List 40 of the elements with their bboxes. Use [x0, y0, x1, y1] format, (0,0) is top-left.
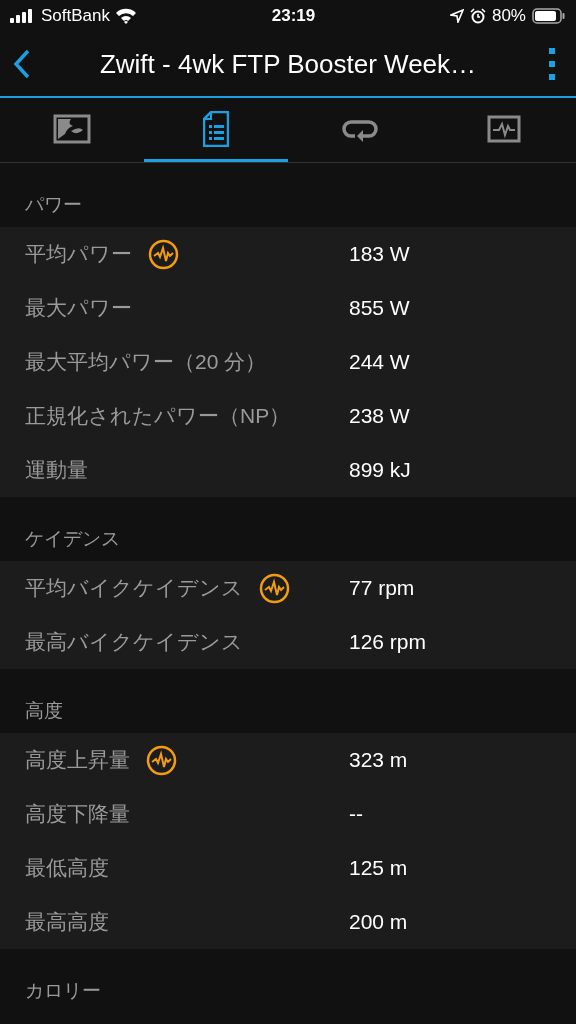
carrier-name: SoftBank: [41, 5, 110, 28]
stat-label: 最高高度: [25, 909, 109, 936]
location-arrow-icon: [449, 9, 464, 23]
document-list-icon: [203, 110, 229, 147]
section-header: ケイデンス: [25, 526, 120, 551]
activity-wave-icon: [146, 744, 177, 776]
stat-label: 平均パワー: [25, 241, 132, 268]
stat-value: 126 rpm: [349, 629, 427, 656]
activity-wave-icon: [259, 572, 290, 604]
battery-icon: [532, 8, 566, 24]
stat-label: 高度上昇量: [25, 747, 130, 774]
stat-label: 高度下降量: [25, 801, 130, 828]
chart-icon: [487, 114, 521, 143]
section-header: カロリー: [25, 978, 101, 1003]
stat-value: 183 W: [349, 241, 410, 268]
clock-time: 23:19: [271, 5, 316, 28]
stat-label: 最大平均パワー（20 分）: [25, 349, 267, 376]
stat-label: 運動量: [25, 457, 88, 484]
stat-label: 最大パワー: [25, 295, 132, 322]
activity-wave-icon: [148, 238, 179, 270]
stat-value: 244 W: [349, 349, 410, 376]
section-header: 高度: [25, 698, 63, 723]
stat-value: 200 m: [349, 909, 408, 936]
map-icon: [53, 113, 91, 144]
stat-value: 238 W: [349, 403, 410, 430]
stat-value: 899 kJ: [349, 457, 411, 484]
battery-percent: 80%: [491, 5, 526, 28]
stat-value: 77 rpm: [349, 575, 415, 602]
section-header: パワー: [25, 192, 82, 217]
alarm-clock-icon: [469, 8, 486, 24]
stat-value: 125 m: [349, 855, 408, 882]
stat-label: 正規化されたパワー（NP）: [25, 403, 291, 430]
stat-label: 最低高度: [25, 855, 109, 882]
stat-label: 平均バイクケイデンス: [25, 575, 243, 602]
screen-title: Zwift - 4wk FTP Booster Week…: [98, 47, 478, 81]
wifi-icon: [115, 8, 137, 24]
stat-value: 323 m: [349, 747, 408, 774]
stat-value: --: [349, 801, 363, 828]
stat-value: 855 W: [349, 295, 410, 322]
stat-label: 最高バイクケイデンス: [25, 629, 243, 656]
